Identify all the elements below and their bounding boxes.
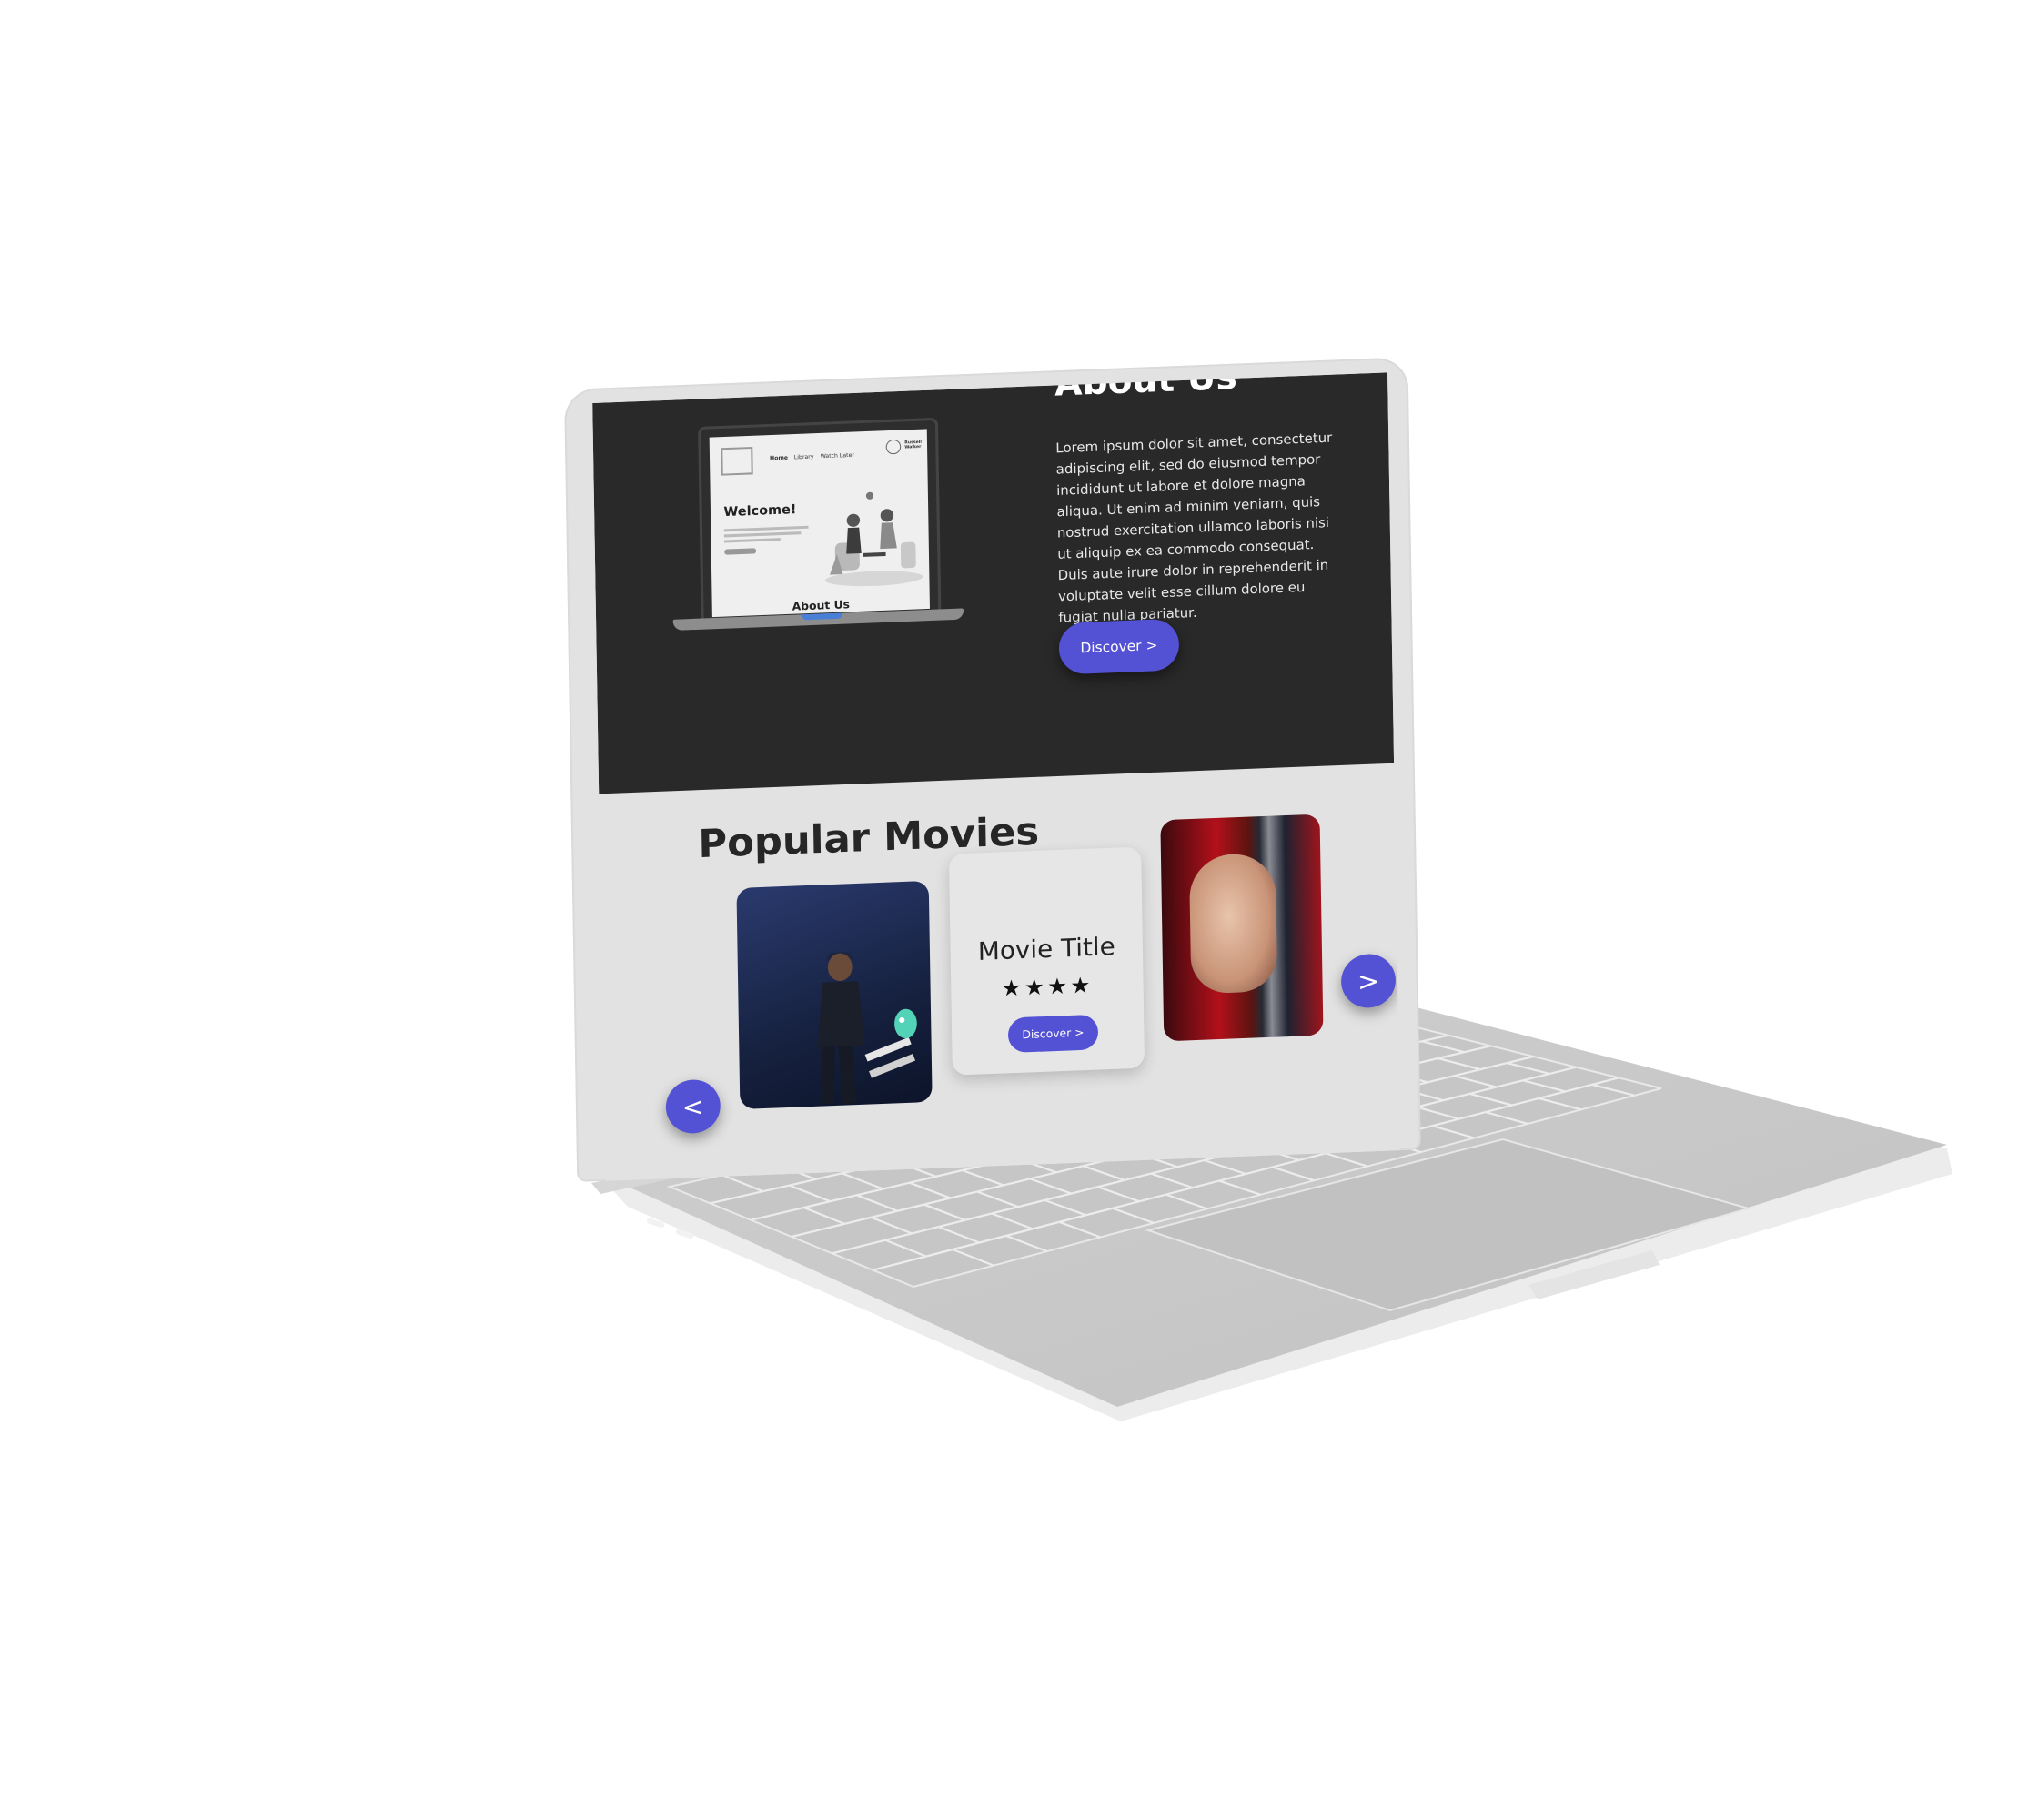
- mini-welcome: Welcome!: [723, 501, 797, 521]
- mini-nav-library: Library: [793, 453, 814, 461]
- movie-discover-button[interactable]: Discover >: [1007, 1014, 1099, 1054]
- about-title: About Us: [1054, 372, 1238, 404]
- carousel-next-button[interactable]: >: [1340, 953, 1397, 1009]
- movie-card-soul[interactable]: [736, 880, 933, 1110]
- about-discover-button[interactable]: Discover >: [1058, 618, 1180, 675]
- laptop-screen: Home Library Watch Later Russell Walker …: [592, 372, 1401, 1181]
- movie-poster-image: [1188, 852, 1278, 995]
- laptop-lid: Home Library Watch Later Russell Walker …: [564, 357, 1421, 1182]
- about-section: Home Library Watch Later Russell Walker …: [592, 372, 1395, 794]
- movie-title: Movie Title: [977, 932, 1115, 967]
- laptop-illustration: Home Library Watch Later Russell Walker …: [670, 417, 964, 658]
- movie-card-mulan[interactable]: [1160, 814, 1324, 1042]
- people-illustration-icon: [825, 491, 923, 587]
- logo-placeholder-icon: [721, 446, 753, 476]
- mini-nav-watch-later: Watch Later: [820, 451, 854, 460]
- about-text: Lorem ipsum dolor sit amet, consectetur …: [1055, 430, 1333, 626]
- mini-user-name: Russell Walker: [904, 440, 923, 450]
- rating-stars-icon: ★★★★: [1001, 973, 1094, 1002]
- user-avatar-icon: [885, 439, 902, 455]
- movie-card-featured[interactable]: Movie Title ★★★★ Discover >: [948, 846, 1145, 1076]
- mini-nav-home: Home: [769, 454, 789, 462]
- carousel-prev-button[interactable]: <: [665, 1078, 721, 1135]
- movie-poster-image: [817, 952, 917, 1105]
